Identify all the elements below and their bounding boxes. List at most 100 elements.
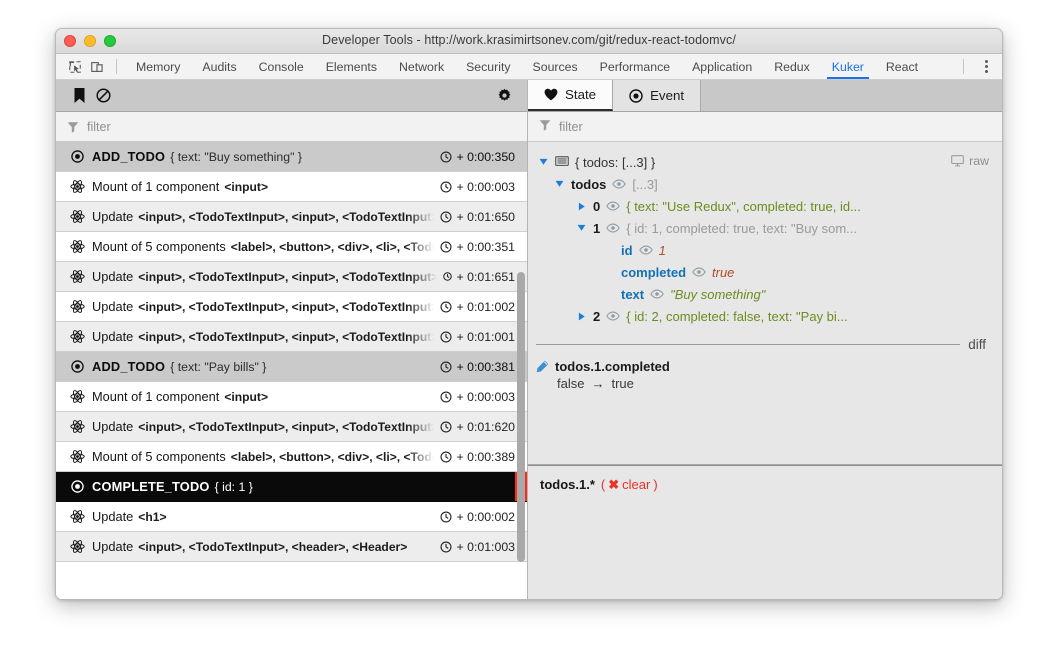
event-time: + 0:01:001: [434, 330, 527, 344]
bookmark-icon[interactable]: [67, 84, 91, 108]
event-description: Mount of 1 component <input>: [92, 389, 434, 404]
more-options-icon[interactable]: [978, 58, 994, 76]
inspect-element-icon[interactable]: [64, 57, 86, 77]
table-row[interactable]: Update <input>, <TodoTextInput>, <input>…: [56, 292, 527, 322]
tree-row-root[interactable]: { todos: [...3] }: [528, 151, 1002, 173]
event-list[interactable]: ADD_TODO { text: "Buy something" } + 0:0…: [56, 142, 527, 599]
tree-key: id: [621, 243, 633, 258]
table-row[interactable]: Update <input>, <TodoTextInput>, <input>…: [56, 262, 527, 292]
react-icon: [66, 209, 88, 224]
tab-sources[interactable]: Sources: [522, 54, 589, 79]
tab-network[interactable]: Network: [388, 54, 455, 79]
table-row[interactable]: ADD_TODO { text: "Buy something" } + 0:0…: [56, 142, 527, 172]
eye-icon[interactable]: [692, 267, 706, 277]
settings-icon[interactable]: [492, 84, 516, 108]
tab-application[interactable]: Application: [681, 54, 763, 79]
react-icon: [66, 509, 88, 524]
tab-performance[interactable]: Performance: [589, 54, 681, 79]
eye-icon[interactable]: [606, 201, 620, 211]
watch-path: todos.1.*: [540, 477, 595, 492]
tab-console[interactable]: Console: [248, 54, 315, 79]
table-row[interactable]: Mount of 1 component <input> + 0:00:003: [56, 382, 527, 412]
filter-icon: [67, 121, 79, 133]
eye-icon[interactable]: [606, 223, 620, 233]
tab-kuker[interactable]: Kuker: [821, 54, 875, 79]
eye-icon[interactable]: [612, 179, 626, 189]
table-row[interactable]: Mount of 1 component <input> + 0:00:003: [56, 172, 527, 202]
react-icon: [66, 299, 88, 314]
action-icon: [66, 480, 88, 493]
tab-elements[interactable]: Elements: [315, 54, 388, 79]
tree-row-completed[interactable]: completed true: [528, 261, 1002, 283]
clear-watch-label: clear: [622, 477, 650, 492]
event-components: <input>, <TodoTextInput>, <header>, <Hea…: [138, 540, 407, 554]
chevron-right-icon[interactable]: [576, 202, 587, 211]
event-components: <input>: [224, 180, 268, 194]
tree-row-item-1[interactable]: 1 { id: 1, completed: true, text: "Buy s…: [528, 217, 1002, 239]
devtools-tab-list: Memory Audits Console Elements Network S…: [125, 54, 929, 79]
clear-icon[interactable]: [91, 84, 115, 108]
clock-icon: [440, 211, 452, 223]
event-time: + 0:01:003: [434, 540, 527, 554]
tab-audits[interactable]: Audits: [191, 54, 247, 79]
table-row[interactable]: ADD_TODO { text: "Pay bills" } + 0:00:38…: [56, 352, 527, 382]
events-toolbar: [56, 80, 527, 112]
tab-redux[interactable]: Redux: [763, 54, 821, 79]
event-time: + 0:00:389: [434, 450, 527, 464]
device-toolbar-icon[interactable]: [86, 57, 108, 77]
table-row-selected[interactable]: COMPLETE_TODO { id: 1 }: [56, 472, 527, 502]
target-icon: [629, 89, 643, 103]
table-row[interactable]: Update <input>, <TodoTextInput>, <input>…: [56, 322, 527, 352]
event-time: + 0:00:003: [434, 390, 527, 404]
table-row[interactable]: Mount of 5 components <label>, <button>,…: [56, 442, 527, 472]
state-tree: raw { todos: [...3] } todos [...3]: [528, 142, 1002, 465]
eye-icon[interactable]: [639, 245, 653, 255]
chevron-down-icon[interactable]: [538, 158, 549, 166]
event-payload: { text: "Pay bills" }: [170, 360, 266, 374]
table-row[interactable]: Update <input>, <TodoTextInput>, <input>…: [56, 202, 527, 232]
clear-watch-button[interactable]: ( ✖ clear ): [601, 477, 658, 493]
clock-icon: [440, 331, 452, 343]
event-description: Update <input>, <TodoTextInput>, <input>…: [92, 269, 437, 284]
chevron-down-icon[interactable]: [576, 224, 587, 232]
tree-value: [...3]: [632, 177, 657, 192]
chevron-down-icon[interactable]: [554, 180, 565, 188]
tree-row-item-0[interactable]: 0 { text: "Use Redux", completed: true, …: [528, 195, 1002, 217]
diff-entry: todos.1.completed false → true: [528, 352, 1002, 391]
event-label: Mount of 1 component: [92, 179, 219, 194]
tree-row-item-2[interactable]: 2 { id: 2, completed: false, text: "Pay …: [528, 305, 1002, 327]
table-row[interactable]: Mount of 5 components <label>, <button>,…: [56, 232, 527, 262]
tab-state[interactable]: State: [528, 80, 613, 111]
tree-row-id[interactable]: id 1: [528, 239, 1002, 261]
table-row[interactable]: Update <input>, <TodoTextInput>, <input>…: [56, 412, 527, 442]
chevron-right-icon[interactable]: [576, 312, 587, 321]
tree-key: text: [621, 287, 644, 302]
tab-react[interactable]: React: [875, 54, 929, 79]
state-tabbar: State Event: [528, 80, 1002, 112]
react-icon: [66, 269, 88, 284]
events-filter-input[interactable]: [87, 120, 516, 134]
state-filter-input[interactable]: [559, 120, 991, 134]
table-row[interactable]: Update <h1> + 0:00:002: [56, 502, 527, 532]
tree-key: completed: [621, 265, 686, 280]
tree-index: 0: [593, 199, 600, 214]
tree-value: "Buy something": [670, 287, 765, 302]
eye-icon[interactable]: [650, 289, 664, 299]
eye-icon[interactable]: [606, 311, 620, 321]
events-scrollbar[interactable]: [517, 272, 525, 562]
table-row[interactable]: Update <input>, <TodoTextInput>, <header…: [56, 532, 527, 562]
clock-icon: [440, 451, 452, 463]
toolbar-divider: [116, 59, 117, 74]
tab-memory[interactable]: Memory: [125, 54, 191, 79]
tree-row-todos[interactable]: todos [...3]: [528, 173, 1002, 195]
clock-icon: [440, 541, 452, 553]
tree-value: true: [712, 265, 734, 280]
event-time: + 0:00:351: [434, 240, 527, 254]
devtools-window: Developer Tools - http://work.krasimirts…: [55, 28, 1003, 600]
tree-row-text[interactable]: text "Buy something": [528, 283, 1002, 305]
tab-event[interactable]: Event: [613, 80, 701, 111]
raw-toggle[interactable]: raw: [951, 154, 989, 168]
event-label: Update: [92, 329, 133, 344]
event-label: Update: [92, 209, 133, 224]
tab-security[interactable]: Security: [455, 54, 521, 79]
